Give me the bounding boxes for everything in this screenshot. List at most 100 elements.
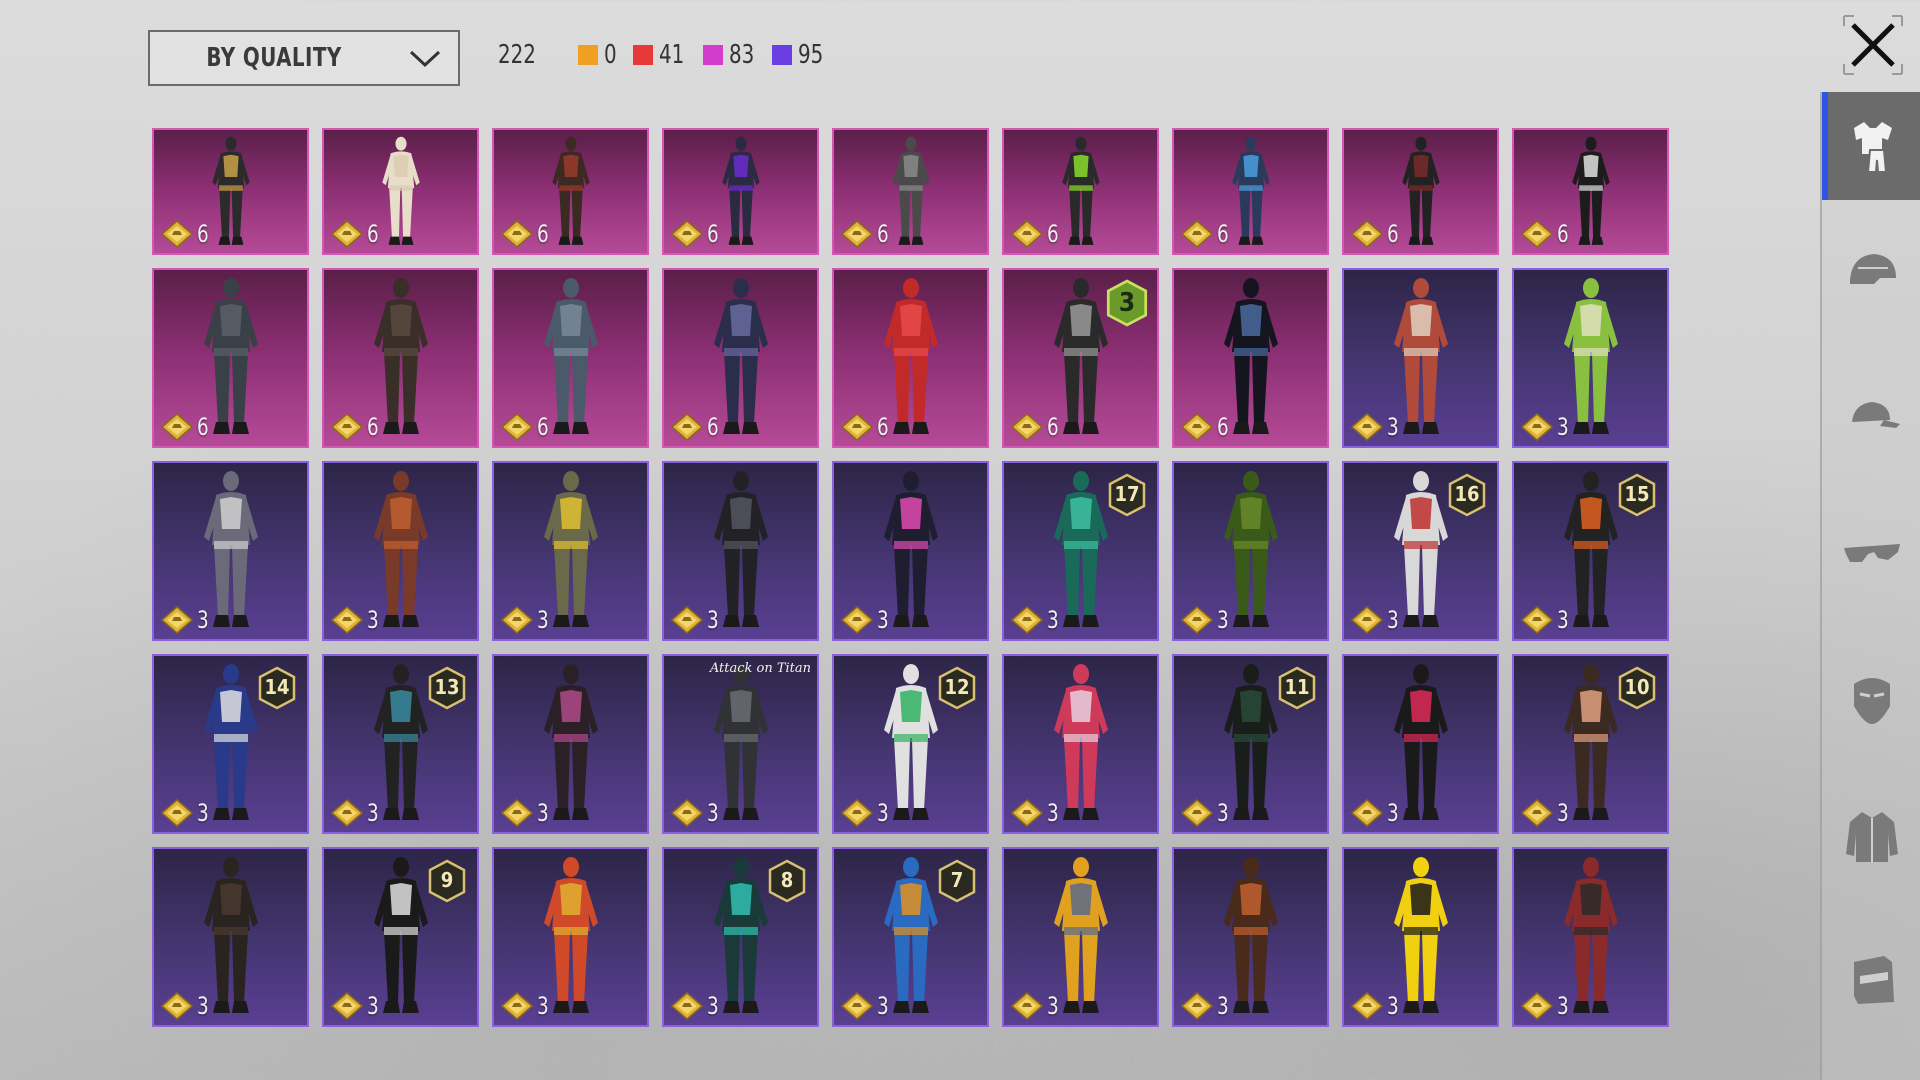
outfit-item-card[interactable]: 3 bbox=[492, 847, 649, 1027]
item-points-value: 3 bbox=[707, 799, 719, 827]
outfit-item-card[interactable]: 6 bbox=[832, 128, 989, 255]
outfit-item-card[interactable]: 3 Attack on Titan bbox=[662, 654, 819, 834]
item-points: 6 bbox=[1350, 219, 1400, 249]
outfit-item-card[interactable]: 3 bbox=[492, 654, 649, 834]
outfit-item-card[interactable]: 3 bbox=[152, 461, 309, 641]
item-points: 3 bbox=[1520, 412, 1570, 442]
item-points-value: 6 bbox=[1047, 413, 1059, 441]
item-points-value: 6 bbox=[707, 413, 719, 441]
backpack-tab[interactable] bbox=[1822, 924, 1920, 1032]
helmet-tab[interactable] bbox=[1822, 220, 1920, 328]
outfit-item-card[interactable]: 6 bbox=[492, 268, 649, 448]
outfit-item-card[interactable]: 3 bbox=[662, 461, 819, 641]
outfit-item-card[interactable]: 3 16 bbox=[1342, 461, 1499, 641]
points-icon bbox=[500, 413, 534, 441]
item-points: 3 bbox=[1350, 991, 1400, 1021]
outfit-item-card[interactable]: 3 15 bbox=[1512, 461, 1669, 641]
item-points-value: 3 bbox=[537, 606, 549, 634]
item-points-value: 3 bbox=[367, 992, 379, 1020]
outfit-item-card[interactable]: 3 bbox=[152, 847, 309, 1027]
outfit-item-card[interactable]: 3 bbox=[492, 461, 649, 641]
outfit-item-card[interactable]: 39 bbox=[322, 847, 479, 1027]
points-icon bbox=[840, 799, 874, 827]
quality-stat-purple: 95 bbox=[772, 40, 828, 70]
item-points: 6 bbox=[330, 219, 380, 249]
outfit-item-card[interactable]: 3 bbox=[1172, 461, 1329, 641]
level-badge: 14 bbox=[257, 666, 297, 710]
outfit-item-card[interactable]: 6 bbox=[1172, 128, 1329, 255]
level-badge-number: 13 bbox=[434, 675, 460, 699]
outfit-item-card[interactable]: 3 bbox=[1172, 847, 1329, 1027]
cap-tab[interactable] bbox=[1822, 364, 1920, 472]
outfit-item-card[interactable]: 3 11 bbox=[1172, 654, 1329, 834]
outfit-item-card[interactable]: 3 bbox=[1002, 654, 1159, 834]
level-badge: 15 bbox=[1617, 473, 1657, 517]
jacket-tab[interactable] bbox=[1822, 782, 1920, 890]
item-points: 6 bbox=[1520, 219, 1570, 249]
outfit-item-card[interactable]: 3 12 bbox=[832, 654, 989, 834]
outfit-item-card[interactable]: 3 bbox=[1002, 847, 1159, 1027]
item-points-value: 3 bbox=[707, 606, 719, 634]
outfit-item-card[interactable]: 3 14 bbox=[152, 654, 309, 834]
points-icon bbox=[330, 606, 364, 634]
points-icon bbox=[160, 413, 194, 441]
helmet-icon bbox=[1850, 254, 1896, 284]
level-badge-number: 15 bbox=[1624, 482, 1650, 506]
level-badge-number: 11 bbox=[1284, 675, 1310, 699]
outfit-item-card[interactable]: 38 bbox=[662, 847, 819, 1027]
outfit-item-card[interactable]: 6 bbox=[492, 128, 649, 255]
outfit-tab[interactable] bbox=[1822, 92, 1920, 200]
outfit-item-card[interactable]: 3 17 bbox=[1002, 461, 1159, 641]
outfit-item-card[interactable]: 6 bbox=[662, 128, 819, 255]
item-points: 3 bbox=[1010, 991, 1060, 1021]
outfit-item-card[interactable]: 6 bbox=[1512, 128, 1669, 255]
category-sidebar bbox=[1820, 92, 1920, 1080]
outfit-item-card[interactable]: 6 bbox=[1172, 268, 1329, 448]
outfit-grid: 6 6 6 6 6 6 6 6 6 6 6 6 6 6 6 3 6 3 3 3 … bbox=[152, 128, 1669, 1027]
sort-dropdown-label: BY QUALITY bbox=[206, 43, 342, 73]
outfit-item-card[interactable]: 3 10 bbox=[1512, 654, 1669, 834]
outfit-item-card[interactable]: 6 bbox=[322, 128, 479, 255]
points-icon bbox=[1010, 220, 1044, 248]
item-points-value: 3 bbox=[1557, 799, 1569, 827]
outfit-item-card[interactable]: 3 bbox=[1342, 847, 1499, 1027]
points-icon bbox=[1520, 413, 1554, 441]
item-points: 3 bbox=[1350, 605, 1400, 635]
outfit-item-card[interactable]: 3 13 bbox=[322, 654, 479, 834]
outfit-item-card[interactable]: 3 bbox=[832, 461, 989, 641]
outfit-item-card[interactable]: 6 bbox=[322, 268, 479, 448]
outfit-item-card[interactable]: 6 bbox=[152, 268, 309, 448]
sort-dropdown[interactable]: BY QUALITY bbox=[148, 30, 460, 86]
outfit-item-card[interactable]: 37 bbox=[832, 847, 989, 1027]
glasses-tab[interactable] bbox=[1822, 500, 1920, 608]
points-icon bbox=[330, 799, 364, 827]
item-points: 3 bbox=[500, 991, 550, 1021]
outfit-item-card[interactable]: 6 bbox=[1342, 128, 1499, 255]
outfit-item-card[interactable]: 3 bbox=[322, 461, 479, 641]
item-points-value: 3 bbox=[1217, 992, 1229, 1020]
outfit-item-card[interactable]: 3 bbox=[1342, 268, 1499, 448]
purple-quality-count: 95 bbox=[798, 40, 824, 70]
level-badge: 11 bbox=[1277, 666, 1317, 710]
level-badge: 13 bbox=[427, 666, 467, 710]
item-points-value: 3 bbox=[197, 799, 209, 827]
outfit-item-card[interactable]: 3 bbox=[1342, 654, 1499, 834]
close-button[interactable] bbox=[1840, 12, 1906, 78]
outfit-item-card[interactable]: 6 bbox=[152, 128, 309, 255]
item-points-value: 3 bbox=[1387, 799, 1399, 827]
item-points: 3 bbox=[1520, 798, 1570, 828]
quality-stat-orange: 0 bbox=[578, 40, 619, 70]
outfit-item-card[interactable]: 6 bbox=[1002, 128, 1159, 255]
outfit-item-card[interactable]: 6 bbox=[832, 268, 989, 448]
item-points-value: 6 bbox=[1217, 220, 1229, 248]
backpack-icon bbox=[1854, 956, 1894, 1004]
mask-tab[interactable] bbox=[1822, 644, 1920, 752]
outfit-item-card[interactable]: 63 bbox=[1002, 268, 1159, 448]
outfit-item-card[interactable]: 3 bbox=[1512, 847, 1669, 1027]
level-badge-number: 9 bbox=[440, 868, 454, 892]
outfit-item-card[interactable]: 3 bbox=[1512, 268, 1669, 448]
item-points-value: 6 bbox=[1047, 220, 1059, 248]
item-points-value: 3 bbox=[1387, 606, 1399, 634]
item-points: 3 bbox=[500, 605, 550, 635]
outfit-item-card[interactable]: 6 bbox=[662, 268, 819, 448]
